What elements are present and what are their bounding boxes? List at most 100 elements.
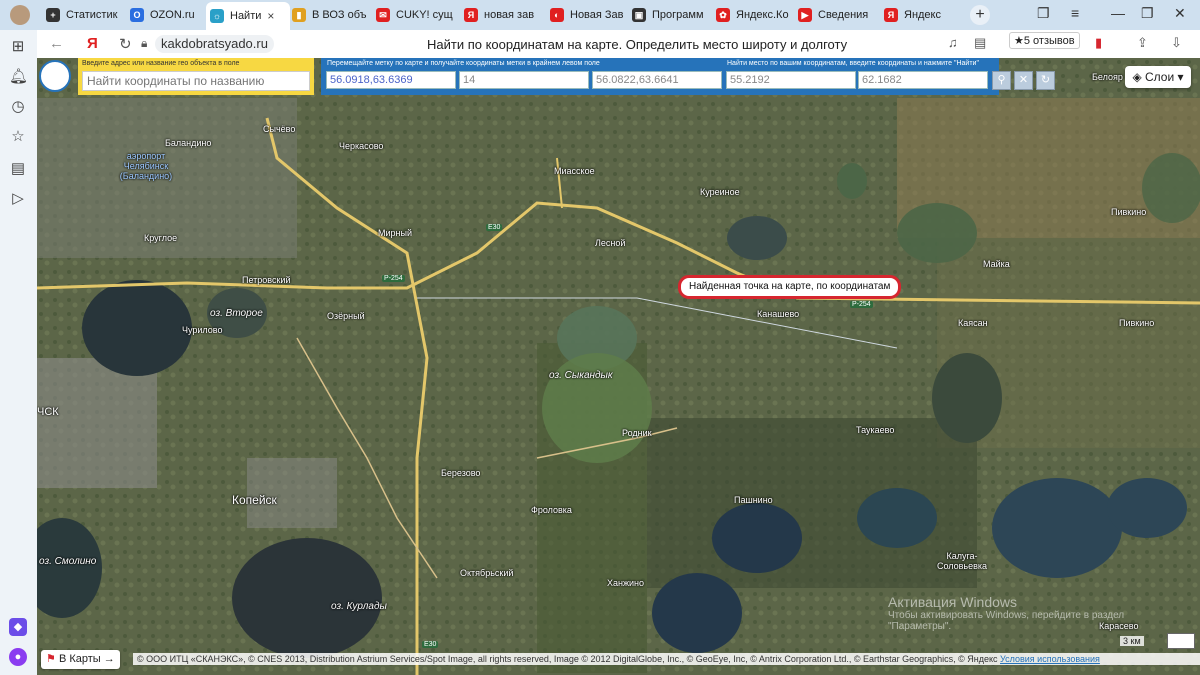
reload-icon[interactable]: ↻ [119,35,132,53]
terms-link[interactable]: Условия использования [1000,654,1100,664]
tab-favicon-icon: ✿ [716,8,730,22]
tab-11[interactable]: Я Яндекс [880,3,954,27]
place-label: Октябрьский [460,568,514,578]
share-icon[interactable]: ⇪ [1137,35,1148,51]
notes-icon[interactable]: ▤ [9,160,27,178]
tab-9[interactable]: ✿ Яндекс.Ко [712,3,794,27]
place-label: Петровский [242,275,291,285]
tab-collections-icon[interactable]: ❐ [1037,5,1050,22]
keyboard-icon[interactable] [1167,633,1195,649]
watermark-text: Чтобы активировать Windows, перейдите в … [888,610,1125,621]
reviews-button[interactable]: ★5 отзывов [1009,32,1080,49]
place-label: Круглое [144,233,178,243]
history-icon[interactable]: ◷ [9,98,27,116]
tab-favicon-icon: Я [884,8,898,22]
bell-icon[interactable]: 🔔︎ [9,68,28,86]
place-label: Пивкино [1111,207,1147,217]
tab-favicon-icon: ✉ [376,8,390,22]
tab-label: Программ [652,9,704,21]
url-field[interactable]: kakdobratsyado.ru [155,35,274,53]
close-icon[interactable]: ✕ [1014,71,1033,90]
place-label: Майка [983,259,1010,269]
windows-activation-watermark: Активация Windows Чтобы активировать Win… [888,594,1124,632]
headphones-icon[interactable]: ♫ [948,35,958,50]
tab-label: Яндекс [904,9,941,21]
reader-icon[interactable]: ▤ [974,35,986,51]
tab-10[interactable]: ▶ Сведения [794,3,880,27]
search-icon[interactable]: ⚲ [992,71,1011,90]
layers-button[interactable]: ◈ Слои ▾ [1125,66,1191,88]
place-label: Таукаево [856,425,895,435]
tab-5[interactable]: ✉ CUKY! сущ [372,3,460,27]
assistant-icon[interactable]: ● [9,648,27,666]
place-label: Фроловка [531,505,572,515]
minimize-icon[interactable]: — [1111,5,1125,21]
watermark-text-2: "Параметры". [888,621,952,632]
place-label: Каясан [958,318,988,328]
layers-icon: ◈ [1132,70,1145,84]
road-shield: E30 [422,641,439,648]
tab-favicon-icon: ◐ [550,8,564,22]
tab-8[interactable]: ▣ Программ [628,3,712,27]
tab-2[interactable]: O OZON.ru [126,3,206,27]
lake-label: оз. Сыкандык [549,370,613,381]
menu-icon[interactable]: ≡ [1071,5,1079,21]
geo-search-input[interactable] [82,71,310,91]
lake-label: оз. Курлады [331,601,387,612]
longitude-input[interactable] [858,71,988,89]
place-label: Березово [441,468,481,478]
tab-label: CUKY! сущ [396,9,453,21]
tab-7[interactable]: ◐ Новая Зав [546,3,628,27]
download-icon[interactable]: ⇩ [1171,35,1182,51]
tab-1[interactable]: + Статистик [42,3,126,27]
tab-favicon-icon: ▮ [292,8,306,22]
corner-coords-field[interactable] [592,71,722,89]
alice-icon[interactable]: ◆ [9,618,27,636]
place-label: Черкасово [339,141,384,151]
new-tab-button[interactable]: + [970,5,990,25]
place-label: Ханжино [607,578,645,588]
latitude-input[interactable] [726,71,856,89]
refresh-icon[interactable]: ↻ [1036,71,1055,90]
city-label: Копейск [232,493,277,507]
place-label: Лесной [595,238,626,248]
tab-3[interactable]: ☼ Найти × [206,2,290,30]
found-point-balloon[interactable]: Найденная точка на карте, по координатам [678,275,902,299]
map-pin-icon: ⚑ [46,653,56,665]
close-tab-icon[interactable]: × [267,9,274,23]
page-title: Найти по координатам на карте. Определит… [427,37,848,52]
place-label: Сычёво [263,124,296,134]
back-icon[interactable]: ← [49,35,64,52]
satellite-map[interactable]: Баландино аэропорт Челябинск (Баландино)… [37,58,1200,675]
tab-label: OZON.ru [150,9,195,21]
maximize-icon[interactable]: ❐ [1141,5,1154,22]
zoom-field[interactable] [459,71,589,89]
tab-favicon-icon: Я [464,8,478,22]
coords-panel: Перемещайте метку по карте и получайте к… [321,58,999,95]
place-label: Пашнино [734,495,773,505]
star-icon[interactable]: ☆ [9,128,27,146]
marker-coords-field[interactable] [326,71,456,89]
map-copyright: © ООО ИТЦ «СКАНЭКС», © CNES 2013, Distri… [133,653,1200,665]
place-label: Миасское [554,166,595,176]
tab-favicon-icon: ▶ [798,8,812,22]
open-in-maps-button[interactable]: ⚑ В Карты → [41,650,120,669]
apps-icon[interactable]: ⊞ [9,38,27,56]
place-label: Пивкино [1119,318,1155,328]
lake-label: оз. Смолино [39,556,97,567]
bookmark-icon[interactable]: ▮ [1095,35,1102,51]
tab-label: Статистик [66,9,118,21]
place-label: Родник [622,428,652,438]
tab-4[interactable]: ▮ В ВОЗ объ [288,3,372,27]
play-icon[interactable]: ▷ [9,190,27,208]
close-window-icon[interactable]: ✕ [1174,5,1186,22]
profile-avatar[interactable] [10,5,30,25]
tab-label: Яндекс.Ко [736,9,789,21]
site-logo-icon[interactable] [39,60,71,92]
yandex-logo-icon[interactable]: Я [87,35,98,52]
tab-favicon-icon: ☼ [210,9,224,23]
layers-label: Слои [1145,70,1175,84]
tab-6[interactable]: Яновая зав [460,3,546,27]
place-label: Озёрный [327,311,365,321]
tab-favicon-icon: ▣ [632,8,646,22]
